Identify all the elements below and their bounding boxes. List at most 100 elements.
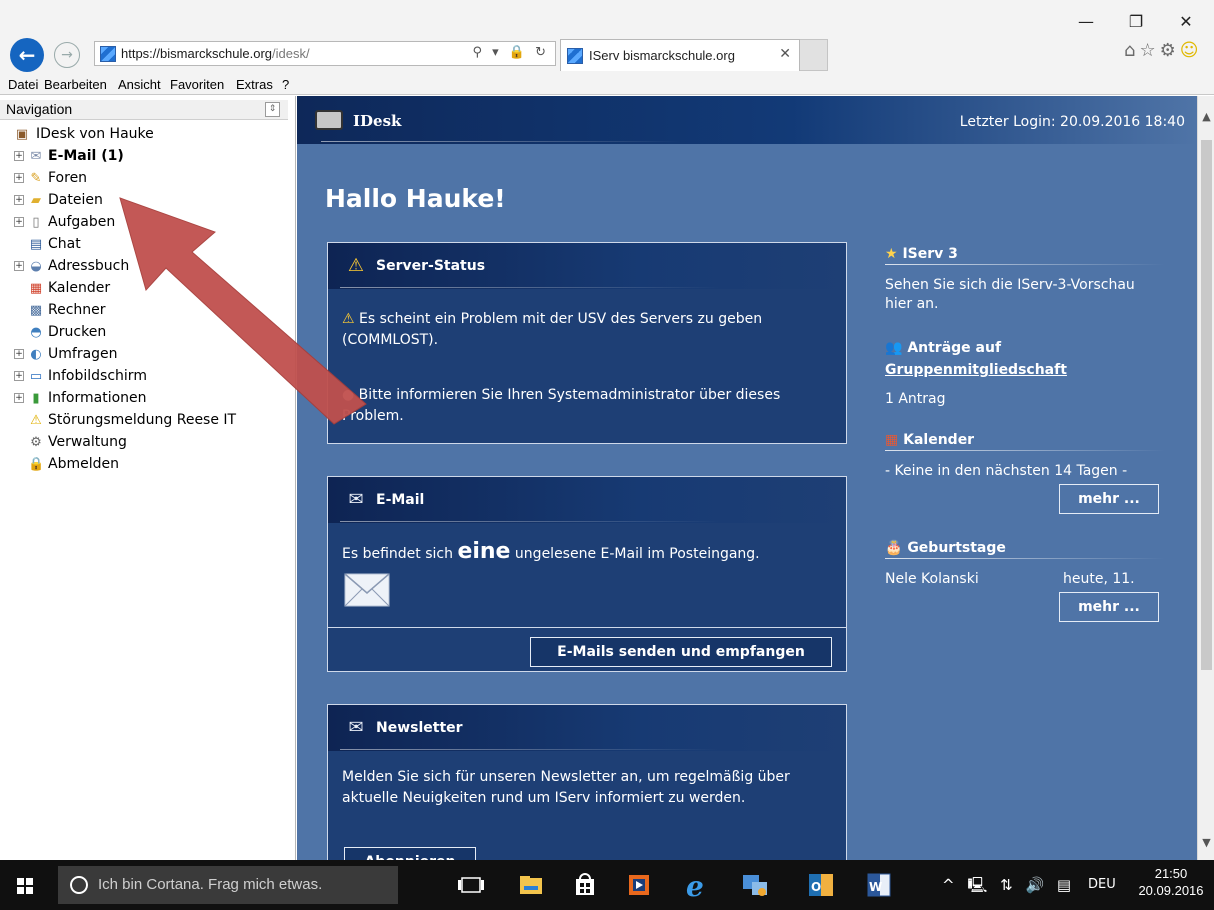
iserv3-rule bbox=[885, 264, 1165, 265]
nav-item-label: E-Mail (1) bbox=[48, 148, 124, 164]
nav-item-label: Drucken bbox=[48, 324, 107, 340]
home-icon[interactable]: ⌂ bbox=[1124, 40, 1139, 61]
favorites-star-icon[interactable]: ☆ bbox=[1139, 40, 1159, 61]
arrow-right-icon: → bbox=[61, 47, 73, 63]
nav-item-label: Abmelden bbox=[48, 456, 119, 472]
minimize-button[interactable]: — bbox=[1066, 8, 1106, 36]
group-icon: 👥 bbox=[885, 340, 903, 356]
navigation-title: Navigation bbox=[6, 101, 73, 117]
email-card-header: ✉ E-Mail bbox=[328, 477, 846, 523]
scroll-up-icon[interactable]: ▲ bbox=[1198, 110, 1214, 126]
idesk-title: IDesk bbox=[353, 112, 402, 130]
address-bar[interactable]: https://bismarckschule.org/idesk/ ⚲ ▾ 🔒 … bbox=[94, 41, 556, 66]
back-button[interactable]: ← bbox=[10, 38, 44, 72]
outlook-icon[interactable]: O bbox=[806, 870, 836, 900]
kalender-title[interactable]: ▦ Kalender bbox=[885, 432, 974, 448]
kalender-rule bbox=[885, 450, 1165, 451]
browser-tab[interactable]: IServ bismarckschule.org ✕ bbox=[560, 39, 800, 71]
address-tools[interactable]: ⚲ ▾ 🔒 ↻ bbox=[472, 45, 549, 60]
settings-gear-icon[interactable]: ⚙ bbox=[1160, 40, 1180, 61]
clock-time: 21:50 bbox=[1154, 866, 1188, 881]
server-status-message-1: ⚠ Es scheint ein Problem mit der USV des… bbox=[342, 309, 836, 351]
warning-icon: ⚠ bbox=[347, 255, 365, 276]
expand-icon[interactable]: + bbox=[14, 393, 24, 403]
email-message: Es befindet sich eine ungelesene E-Mail … bbox=[342, 541, 836, 565]
word-icon[interactable]: W bbox=[864, 870, 894, 900]
antraege-title-2[interactable]: Gruppenmitgliedschaft bbox=[885, 362, 1067, 378]
star-icon: ★ bbox=[885, 246, 898, 262]
nav-item-label: Verwaltung bbox=[48, 434, 127, 450]
envelope-icon: ✉ bbox=[348, 489, 364, 510]
menu-bearbeiten[interactable]: Bearbeiten bbox=[44, 77, 107, 92]
expand-icon[interactable]: + bbox=[14, 371, 24, 381]
newsletter-text: Melden Sie sich für unseren Newsletter a… bbox=[342, 769, 790, 806]
svg-text:W: W bbox=[869, 880, 882, 894]
kalender-title-text: Kalender bbox=[903, 432, 975, 448]
kalender-more-button[interactable]: mehr ... bbox=[1059, 484, 1159, 514]
start-button[interactable] bbox=[0, 860, 50, 910]
nav-item-label: Informationen bbox=[48, 390, 147, 406]
feedback-smiley-icon[interactable]: ☺ bbox=[1180, 40, 1203, 61]
nav-item-label: Dateien bbox=[48, 192, 103, 208]
newsletter-card: ✉ Newsletter Melden Sie sich für unseren… bbox=[327, 704, 847, 860]
navigation-header: Navigation ⇕ bbox=[0, 100, 288, 120]
maximize-button[interactable]: ❐ bbox=[1116, 8, 1156, 36]
store-icon[interactable] bbox=[570, 870, 600, 900]
large-envelope-icon bbox=[344, 573, 390, 607]
geburtstage-more-button[interactable]: mehr ... bbox=[1059, 592, 1159, 622]
taskbar: Ich bin Cortana. Frag mich etwas. e O W … bbox=[0, 860, 1214, 910]
expand-icon[interactable]: + bbox=[14, 349, 24, 359]
network-app-icon[interactable] bbox=[740, 870, 770, 900]
expand-icon[interactable]: + bbox=[14, 217, 24, 227]
tab-close-icon[interactable]: ✕ bbox=[779, 46, 791, 62]
new-tab-button[interactable] bbox=[800, 39, 828, 71]
nav-item-label: Störungsmeldung Reese IT bbox=[48, 412, 237, 428]
server-status-card: ⚠ Server-Status ⚠ Es scheint ein Problem… bbox=[327, 242, 847, 444]
menu-datei[interactable]: Datei bbox=[8, 77, 38, 92]
media-player-icon[interactable] bbox=[624, 870, 654, 900]
warning-small-icon: ⚠ bbox=[342, 311, 355, 327]
menu-help[interactable]: ? bbox=[282, 77, 289, 92]
task-view-icon[interactable] bbox=[456, 870, 486, 900]
server-status-title: Server-Status bbox=[376, 258, 486, 274]
clock-date: 20.09.2016 bbox=[1138, 883, 1204, 898]
refresh-icon[interactable]: ⇕ bbox=[265, 102, 280, 117]
arrow-left-icon: ← bbox=[18, 43, 36, 67]
close-window-button[interactable]: ✕ bbox=[1166, 8, 1206, 36]
input-language[interactable]: DEU bbox=[1088, 877, 1116, 892]
menu-favoriten[interactable]: Favoriten bbox=[170, 77, 224, 92]
lock-icon: 🔒 bbox=[28, 457, 45, 472]
vertical-scrollbar[interactable]: ▲ ▼ bbox=[1197, 96, 1214, 860]
monitor-icon: ▭ bbox=[29, 369, 43, 384]
internet-explorer-icon[interactable]: e bbox=[682, 870, 712, 900]
forward-button[interactable]: → bbox=[54, 42, 80, 68]
nav-item-label: IDesk von Hauke bbox=[36, 126, 154, 142]
menu-extras[interactable]: Extras bbox=[236, 77, 273, 92]
nav-item-label: Infobildschirm bbox=[48, 368, 147, 384]
nav-item-label: Adressbuch bbox=[48, 258, 130, 274]
cortana-search[interactable]: Ich bin Cortana. Frag mich etwas. bbox=[58, 866, 398, 904]
address-url[interactable]: https://bismarckschule.org/idesk/ bbox=[121, 46, 310, 61]
kalender-text: - Keine in den nächsten 14 Tagen - bbox=[885, 463, 1128, 479]
tab-favicon-icon bbox=[567, 48, 583, 64]
subscribe-button[interactable]: Abonnieren bbox=[344, 847, 476, 860]
info-icon: ▮ bbox=[32, 391, 40, 406]
expand-icon[interactable]: + bbox=[14, 195, 24, 205]
iserv3-title[interactable]: ★ IServ 3 bbox=[885, 246, 958, 262]
cake-icon: 🎂 bbox=[885, 540, 903, 556]
menu-ansicht[interactable]: Ansicht bbox=[118, 77, 161, 92]
geburtstage-title[interactable]: 🎂 Geburtstage bbox=[885, 540, 1006, 556]
expand-icon[interactable]: + bbox=[14, 173, 24, 183]
send-receive-email-button[interactable]: E-Mails senden und empfangen bbox=[530, 637, 832, 667]
email-card: ✉ E-Mail Es befindet sich eine ungelesen… bbox=[327, 476, 847, 672]
expand-icon[interactable]: + bbox=[14, 151, 24, 161]
iserv3-text[interactable]: Sehen Sie sich die IServ-3-Vorschau hier… bbox=[885, 276, 1145, 314]
scroll-thumb[interactable] bbox=[1201, 140, 1212, 670]
file-explorer-icon[interactable] bbox=[516, 870, 546, 900]
calendar-icon: ▦ bbox=[29, 281, 43, 296]
antraege-title[interactable]: 👥 Anträge auf bbox=[885, 340, 1001, 356]
taskbar-clock[interactable]: 21:50 20.09.2016 bbox=[1136, 866, 1206, 898]
scroll-down-icon[interactable]: ▼ bbox=[1198, 836, 1214, 852]
expand-icon[interactable]: + bbox=[14, 261, 24, 271]
tray-icons[interactable]: ^ 🖳 ⇅ 🔊 ▤ bbox=[942, 875, 1075, 900]
